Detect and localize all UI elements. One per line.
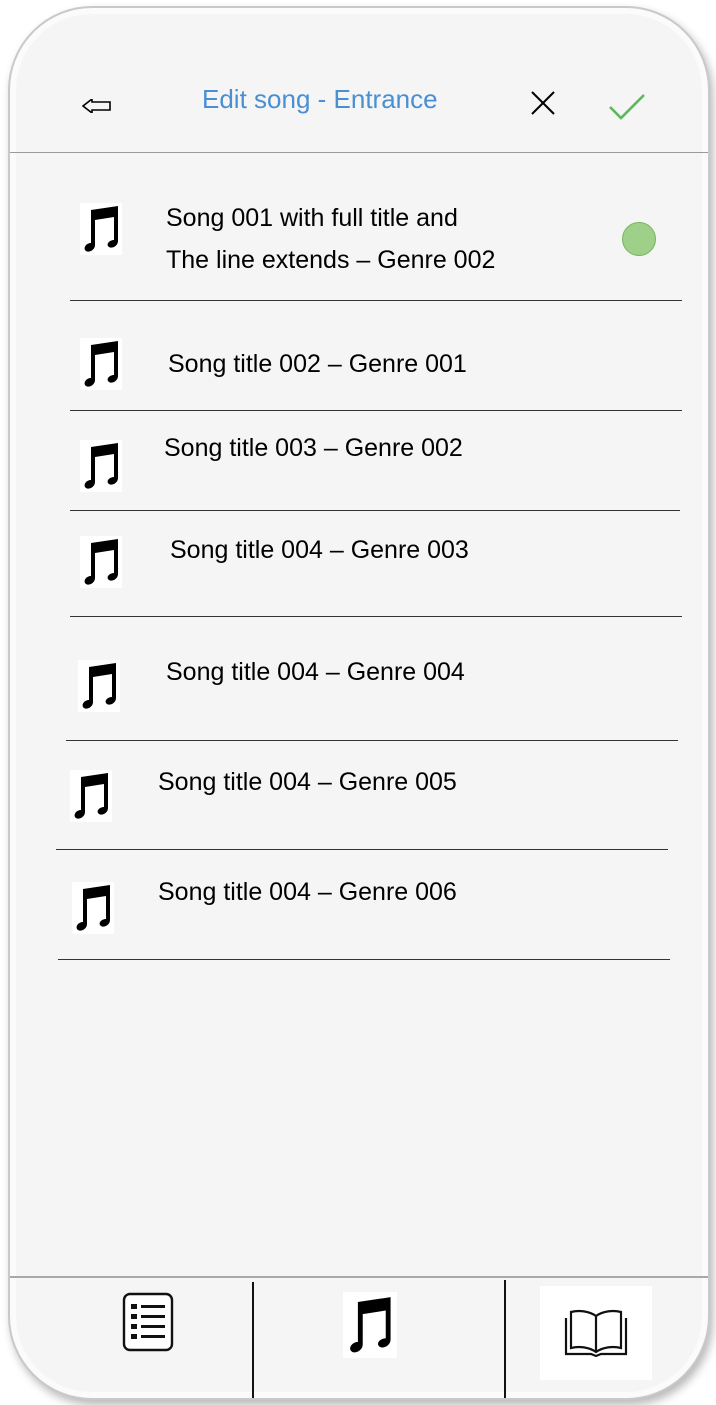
- music-note-icon: [80, 536, 122, 588]
- confirm-button[interactable]: [602, 84, 652, 130]
- selected-indicator: [622, 222, 656, 256]
- song-title: Song title 002 – Genre 001: [168, 350, 467, 378]
- cancel-button[interactable]: [520, 80, 566, 126]
- row-divider: [70, 510, 680, 511]
- checkmark-icon: [609, 94, 645, 120]
- page-title: Edit song - Entrance: [202, 84, 438, 114]
- music-note-icon: [80, 338, 122, 390]
- music-note-icon: [80, 203, 122, 255]
- music-note-icon: [72, 882, 114, 934]
- back-arrow-icon: [82, 99, 111, 113]
- tab-separator: [252, 1282, 254, 1398]
- music-note-icon: [80, 440, 122, 492]
- back-button[interactable]: [72, 86, 122, 126]
- song-title: Song title 004 – Genre 005: [158, 768, 457, 796]
- row-divider: [70, 410, 682, 411]
- tab-songs[interactable]: [340, 1288, 400, 1362]
- tabbar-divider: [10, 1276, 708, 1278]
- music-note-icon: [78, 660, 120, 712]
- song-title: Song title 003 – Genre 002: [164, 434, 463, 462]
- song-title: Song title 004 – Genre 006: [158, 878, 457, 906]
- song-title: Song 001 with full title and: [166, 204, 458, 232]
- song-title: Song title 004 – Genre 004: [166, 658, 465, 686]
- tab-book[interactable]: [540, 1286, 652, 1380]
- music-note-icon: [70, 770, 112, 822]
- song-title-continued: The line extends – Genre 002: [166, 246, 496, 274]
- row-divider: [70, 300, 682, 301]
- tab-separator: [504, 1280, 506, 1398]
- book-icon: [564, 1309, 628, 1358]
- music-note-icon: [350, 1297, 391, 1353]
- row-divider: [66, 740, 678, 741]
- close-icon: [531, 91, 555, 115]
- row-divider: [56, 849, 668, 850]
- phone-frame: Edit song - Entrance Song 001 with full …: [8, 6, 710, 1400]
- row-divider: [70, 616, 682, 617]
- row-divider: [58, 959, 670, 960]
- list-icon: [122, 1292, 174, 1352]
- tab-list[interactable]: [110, 1284, 186, 1360]
- song-title: Song title 004 – Genre 003: [170, 536, 469, 564]
- header-divider: [10, 152, 708, 153]
